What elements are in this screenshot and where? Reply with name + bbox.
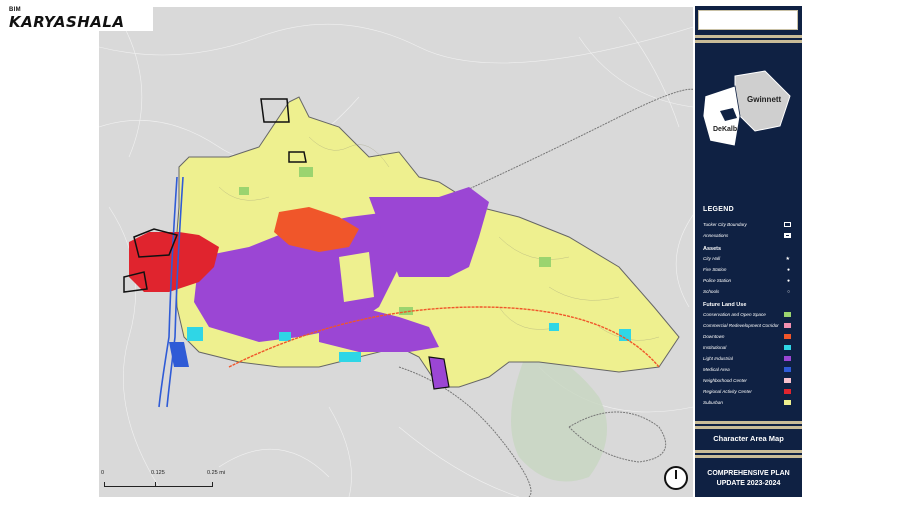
legend-row-landuse: Conservation and Open Space [703,311,799,322]
legend-landuse-title: Future Land Use [703,302,747,308]
legend-label: Downtown [703,334,725,339]
legend-swatch [784,222,791,227]
legend-swatch [784,367,791,372]
legend-row-landuse: Medical Area [703,366,799,377]
scale-tick-1: 0.125 [151,470,165,476]
legend-panel: Gwinnett DeKalb LEGEND Tucker City Bound… [695,6,802,497]
brand-logo: BIM KARYASHALA [7,6,153,31]
legend-label: Conservation and Open Space [703,312,766,317]
legend-row-annexation: Annexations [703,232,799,243]
legend-assets-title: Assets [703,246,722,252]
title-box [698,10,798,30]
plan-line-2: UPDATE 2023-2024 [716,480,781,487]
locator-map: Gwinnett DeKalb [702,70,791,147]
legend-label: Schools [703,289,720,294]
legend-swatch [784,334,791,339]
legend-title: LEGEND [703,206,734,213]
police-station-icon: ● [786,278,790,284]
scale-line [104,482,213,487]
legend-label: Regional Activity Center [703,389,752,394]
legend-swatch [784,356,791,361]
legend-swatch [784,323,791,328]
legend: LEGEND Tucker City Boundary Annexations … [703,206,799,410]
map-title: Character Area Map [713,434,784,443]
legend-label: Institutional [703,345,727,350]
north-arrow-icon [664,466,688,490]
legend-swatch [784,312,791,317]
legend-label: City Hall [703,256,721,261]
legend-label: Fire Station [703,267,727,272]
map-graphic [99,16,693,497]
legend-swatch [784,345,791,350]
legend-label: Medical Area [703,367,730,372]
legend-row-landuse: Light Industrial [703,355,799,366]
school-icon: ○ [786,289,790,295]
plan-line-1: COMPREHENSIVE PLAN [707,470,790,477]
scale-tick-2: 0.25 mi [207,470,226,476]
legend-swatch [784,233,791,238]
inset-label-dekalb: DeKalb [713,126,737,133]
legend-row-landuse: Regional Activity Center [703,388,799,399]
legend-row-landuse: Neighborhood Center [703,377,799,388]
legend-row-fire: Fire Station ● [703,266,799,277]
divider-stripes [695,421,802,431]
legend-row-landuse: Commercial Redevelopment Corridor [703,322,799,333]
legend-label: Light Industrial [703,356,733,361]
divider-stripes [695,450,802,460]
scale-tick-0: 0 [101,470,105,476]
legend-row-police: Police Station ● [703,277,799,288]
legend-swatch [784,400,791,405]
legend-row-landuse: Suburban [703,399,799,410]
star-icon: ★ [785,256,790,262]
legend-label: Commercial Redevelopment Corridor [703,323,779,328]
logo-name: KARYASHALA [9,13,125,31]
legend-row-landuse: Institutional [703,344,799,355]
divider-stripes [695,35,802,45]
legend-row-schools: Schools ○ [703,288,799,299]
legend-row-landuse: Downtown [703,333,799,344]
legend-row-city-hall: City Hall ★ [703,255,799,266]
legend-label: Annexations [703,233,729,238]
scale-mid-tick [155,482,156,486]
map-canvas[interactable] [99,7,693,497]
plan-title: COMPREHENSIVE PLAN UPDATE 2023-2024 [695,469,802,489]
locator-inset: Gwinnett DeKalb [695,56,802,166]
suburban-pocket [339,252,374,302]
scale-bar: 0 0.125 0.25 mi [101,470,301,494]
legend-row-boundary: Tucker City Boundary [703,221,799,232]
legend-label: Tucker City Boundary [703,222,747,227]
inset-label-gwinnett: Gwinnett [747,95,782,104]
legend-swatch [784,389,791,394]
legend-label: Suburban [703,400,723,405]
landuse-list: Conservation and Open Space Commercial Re… [703,311,799,410]
fire-station-icon: ● [786,267,790,273]
legend-swatch [784,378,791,383]
legend-label: Neighborhood Center [703,378,747,383]
legend-label: Police Station [703,278,732,283]
